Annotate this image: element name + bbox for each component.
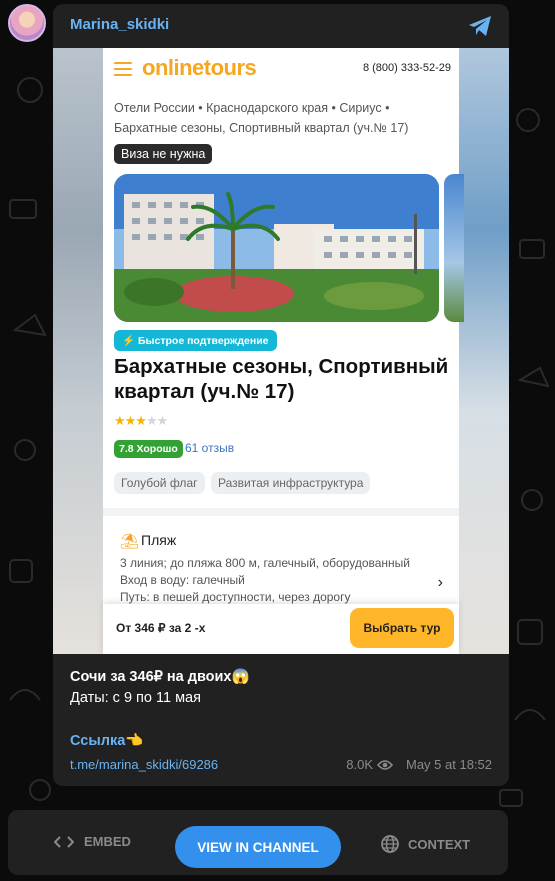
section-separator xyxy=(103,508,459,516)
visa-badge: Виза не нужна xyxy=(114,144,213,164)
channel-avatar[interactable] xyxy=(8,4,46,42)
photo-blurred-edge-right xyxy=(459,48,509,654)
beach-line: Путь: в пешей доступности, через дорогу xyxy=(120,590,351,604)
rating-badge: 7.8 Хорошо xyxy=(114,440,183,458)
beach-line: Вход в воду: галечный xyxy=(120,573,245,587)
caption-dates: Даты: с 9 по 11 мая xyxy=(70,690,201,706)
star-rating: ★★★★★ xyxy=(114,413,168,428)
chevron-right-icon: › xyxy=(437,574,443,591)
hotel-title: Бархатные сезоны, Спортивный квартал (уч… xyxy=(114,355,449,403)
breadcrumb: Отели России • Краснодарского края • Сир… xyxy=(114,101,409,135)
context-label: CONTEXT xyxy=(408,836,471,852)
view-count: 8.0K xyxy=(346,757,373,772)
post-footer-bar: EMBED VIEW IN CHANNEL CONTEXT xyxy=(8,810,508,875)
onlinetours-logo: onlinetours xyxy=(142,55,257,80)
fast-confirmation-badge: ⚡ Быстрое подтверждение xyxy=(114,330,277,351)
hotel-photo-next[interactable] xyxy=(444,174,464,322)
post-header: Marina_skidki xyxy=(53,4,509,48)
beach-umbrella-icon: ⛱ xyxy=(120,533,140,550)
beach-title: Пляж xyxy=(141,532,177,548)
choose-tour-button: Выбрать тур xyxy=(350,608,454,648)
post-photo[interactable]: onlinetours 8 (800) 333-52-29 Отели Росс… xyxy=(53,48,509,654)
hamburger-menu-icon xyxy=(114,62,132,76)
telegram-plane-icon[interactable] xyxy=(467,14,493,38)
reviews-link: 61 отзыв xyxy=(185,441,235,455)
price-label: От 346 ₽ за 2 -х xyxy=(116,621,206,635)
photo-blurred-edge-left xyxy=(53,48,103,654)
channel-post: Marina_skidki onlinetours 8 (800) 333-52… xyxy=(53,4,509,786)
tag-blue-flag: Голубой флаг xyxy=(114,472,205,494)
phone-screenshot: onlinetours 8 (800) 333-52-29 Отели Росс… xyxy=(103,48,464,654)
post-meta: 8.0K May 5 at 18:52 xyxy=(346,757,492,772)
view-in-channel-button[interactable]: VIEW IN CHANNEL xyxy=(175,826,341,868)
post-url-link[interactable]: t.me/marina_skidki/69286 xyxy=(70,757,218,772)
caption-headline: Сочи за 346₽ на двоих😱 xyxy=(70,669,250,685)
hotline-phone: 8 (800) 333-52-29 xyxy=(362,62,451,74)
context-button[interactable]: CONTEXT xyxy=(380,834,470,854)
caption-link[interactable]: Ссылка👈 xyxy=(70,732,143,749)
channel-name[interactable]: Marina_skidki xyxy=(70,16,169,33)
beach-line: 3 линия; до пляжа 800 м, галечный, обору… xyxy=(120,556,410,570)
post-date[interactable]: May 5 at 18:52 xyxy=(406,757,492,772)
globe-icon xyxy=(381,835,399,853)
booking-bar: От 346 ₽ за 2 -х Выбрать тур xyxy=(103,604,459,654)
code-brackets-icon xyxy=(54,835,74,848)
embed-label: EMBED xyxy=(84,834,131,849)
tag-infrastructure: Развитая инфраструктура xyxy=(211,472,371,494)
beach-info-card: ⛱ Пляж 3 линия; до пляжа 800 м, галечный… xyxy=(109,518,453,608)
hotel-photo xyxy=(114,174,439,322)
eye-icon xyxy=(377,759,393,770)
embed-button[interactable]: EMBED xyxy=(54,834,131,849)
